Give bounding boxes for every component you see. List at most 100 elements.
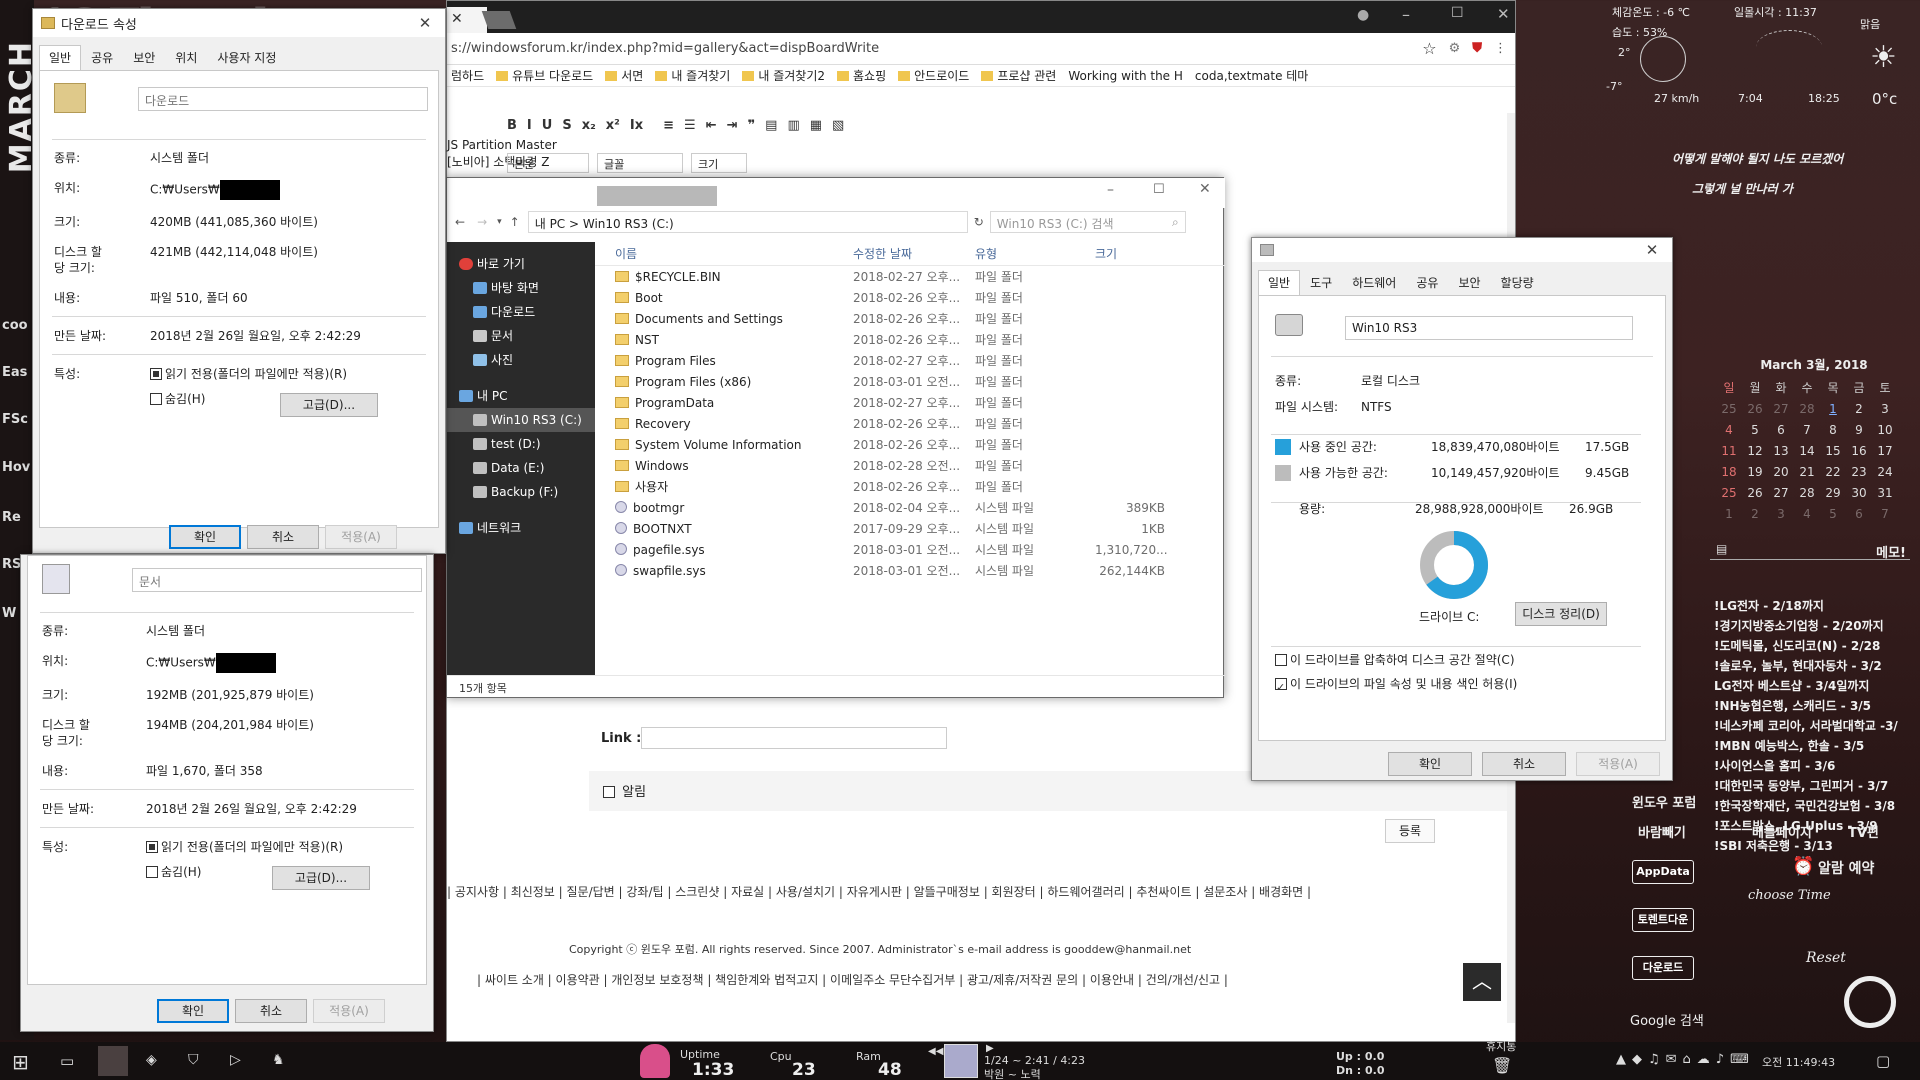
superscript-button[interactable]: x² <box>606 118 620 133</box>
tab-security[interactable]: 보안 <box>123 45 165 70</box>
adblock-icon[interactable]: ⛊ <box>1472 41 1482 56</box>
tab-tools[interactable]: 도구 <box>1300 270 1342 295</box>
bold-button[interactable]: B <box>507 118 517 133</box>
launcher-item[interactable]: TV편 <box>1848 822 1879 841</box>
nav-item-drive-f[interactable]: Backup (F:) <box>447 480 595 504</box>
calendar-day[interactable]: 6 <box>1768 419 1794 440</box>
ordered-list-button[interactable]: ≡ <box>663 118 674 133</box>
launcher-item[interactable]: 윈도우 포럼 <box>1632 792 1696 811</box>
recent-icon[interactable]: ▾ <box>497 217 502 227</box>
nav-item-downloads[interactable]: 다운로드 <box>447 300 595 324</box>
maximize-icon[interactable]: ☐ <box>1153 182 1165 197</box>
file-row[interactable]: swapfile.sys 2018-03-01 오전... 시스템 파일 262,14… <box>595 560 1225 581</box>
calendar-day[interactable]: 1 <box>1820 398 1846 419</box>
subscript-button[interactable]: x₂ <box>582 118 596 133</box>
calendar-day[interactable]: 2 <box>1846 398 1872 419</box>
tab-sharing[interactable]: 공유 <box>81 45 123 70</box>
calendar-day[interactable]: 22 <box>1820 461 1846 482</box>
calendar-day[interactable]: 25 <box>1716 398 1742 419</box>
play-icon[interactable]: ▷ <box>230 1052 241 1068</box>
torrent-button[interactable]: 토렌트다운 <box>1632 908 1694 932</box>
ok-button[interactable]: 확인 <box>1388 752 1472 776</box>
calendar-day[interactable]: 6 <box>1846 503 1872 524</box>
bookmark-item[interactable]: 내 즐겨찾기2 <box>742 67 825 84</box>
url-text[interactable]: s://windowsforum.kr/index.php?mid=galler… <box>451 41 879 56</box>
nav-item-this-pc[interactable]: 내 PC <box>447 384 595 408</box>
file-row[interactable]: pagefile.sys 2018-03-01 오전... 시스템 파일 1,310,… <box>595 539 1225 560</box>
calendar-day[interactable]: 7 <box>1872 503 1898 524</box>
bookmark-item[interactable]: 럼하드 <box>451 67 484 84</box>
minimize-icon[interactable]: – <box>1107 182 1114 198</box>
bookmark-item[interactable]: 서면 <box>605 67 643 84</box>
calendar-day[interactable]: 3 <box>1768 503 1794 524</box>
size-select[interactable]: 크기 <box>691 153 747 173</box>
underline-button[interactable]: U <box>542 118 553 133</box>
new-tab-button[interactable] <box>481 11 517 29</box>
close-icon[interactable]: ✕ <box>405 14 445 32</box>
shield-icon[interactable]: ⛉ <box>188 1052 199 1068</box>
folder-name-field[interactable]: 다운로드 <box>138 87 428 111</box>
calendar-day[interactable]: 11 <box>1716 440 1742 461</box>
tab-sharing[interactable]: 공유 <box>1406 270 1448 295</box>
quote-button[interactable]: ❞ <box>748 118 756 133</box>
folder-name-field[interactable]: 문서 <box>132 568 422 592</box>
calendar-day[interactable]: 14 <box>1794 440 1820 461</box>
calendar-day[interactable]: 26 <box>1742 398 1768 419</box>
file-row[interactable]: Windows 2018-02-28 오전... 파일 폴더 <box>595 455 1225 476</box>
calendar-day[interactable]: 25 <box>1716 482 1742 503</box>
calendar-day[interactable]: 2 <box>1742 503 1768 524</box>
bookmark-item[interactable]: 안드로이드 <box>898 67 969 84</box>
trash-icon[interactable]: 🗑 <box>1492 1056 1512 1075</box>
drive-name-field[interactable]: Win10 RS3 <box>1345 316 1633 340</box>
path-bar[interactable]: 내 PC > Win10 RS3 (C:) <box>527 211 968 233</box>
notify-checkbox[interactable] <box>603 786 615 798</box>
calendar-day[interactable]: 28 <box>1794 482 1820 503</box>
tab-general[interactable]: 일반 <box>1258 270 1301 295</box>
calendar-day[interactable]: 26 <box>1742 482 1768 503</box>
profile-icon[interactable]: ● <box>1357 7 1369 23</box>
forward-icon[interactable]: → <box>477 215 487 229</box>
back-icon[interactable]: ← <box>455 215 465 229</box>
calendar-day[interactable]: 28 <box>1794 398 1820 419</box>
calendar-day[interactable]: 16 <box>1846 440 1872 461</box>
calendar-day[interactable]: 3 <box>1872 398 1898 419</box>
tab-location[interactable]: 위치 <box>165 45 207 70</box>
font-select[interactable]: 글꼴 <box>597 153 683 173</box>
readonly-checkbox[interactable] <box>150 368 162 380</box>
app-icon[interactable]: ◈ <box>146 1052 157 1068</box>
bullet-list-button[interactable]: ☰ <box>684 118 696 133</box>
calendar-day[interactable]: 4 <box>1716 419 1742 440</box>
tab-quota[interactable]: 할당량 <box>1491 270 1544 295</box>
outdent-button[interactable]: ⇤ <box>706 118 717 133</box>
column-size[interactable]: 크기 <box>1095 245 1165 262</box>
file-row[interactable]: Recovery 2018-02-26 오후... 파일 폴더 <box>595 413 1225 434</box>
bookmark-item[interactable]: 유튜브 다운로드 <box>496 67 593 84</box>
apply-button[interactable]: 적용(A) <box>1576 752 1660 776</box>
file-row[interactable]: Program Files 2018-02-27 오후... 파일 폴더 <box>595 350 1225 371</box>
file-row[interactable]: Boot 2018-02-26 오후... 파일 폴더 <box>595 287 1225 308</box>
file-row[interactable]: Program Files (x86) 2018-03-01 오전... 파일 폴더 <box>595 371 1225 392</box>
bookmark-item[interactable]: 프로샵 관련 <box>981 67 1056 84</box>
calendar-day[interactable]: 5 <box>1742 419 1768 440</box>
calendar-day[interactable]: 12 <box>1742 440 1768 461</box>
justify-button[interactable]: ▧ <box>832 118 844 133</box>
bookmark-item[interactable]: 홈쇼핑 <box>837 67 886 84</box>
cancel-button[interactable]: 취소 <box>235 999 307 1023</box>
launcher-item[interactable]: 바람빼기 <box>1638 822 1686 841</box>
calendar-day[interactable]: 18 <box>1716 461 1742 482</box>
file-row[interactable]: Documents and Settings 2018-02-26 오후... 파일… <box>595 308 1225 329</box>
ok-button[interactable]: 확인 <box>169 525 241 549</box>
calendar-day[interactable]: 7 <box>1794 419 1820 440</box>
calendar-day[interactable]: 27 <box>1768 482 1794 503</box>
task-view-icon[interactable]: ▭ <box>60 1052 74 1070</box>
app-icon[interactable]: ♞ <box>272 1052 285 1068</box>
star-icon[interactable]: ☆ <box>1422 39 1436 58</box>
close-icon[interactable]: ✕ <box>1497 5 1510 23</box>
downloads-button[interactable]: 다운로드 <box>1632 956 1694 980</box>
side-link[interactable]: JS Partition Master <box>447 137 557 154</box>
nav-item-drive-d[interactable]: test (D:) <box>447 432 595 456</box>
calendar-day[interactable]: 4 <box>1794 503 1820 524</box>
tab-hardware[interactable]: 하드웨어 <box>1342 270 1406 295</box>
memo-icon[interactable]: ▤ <box>1716 542 1727 556</box>
nav-item-pictures[interactable]: 사진 <box>447 348 595 372</box>
